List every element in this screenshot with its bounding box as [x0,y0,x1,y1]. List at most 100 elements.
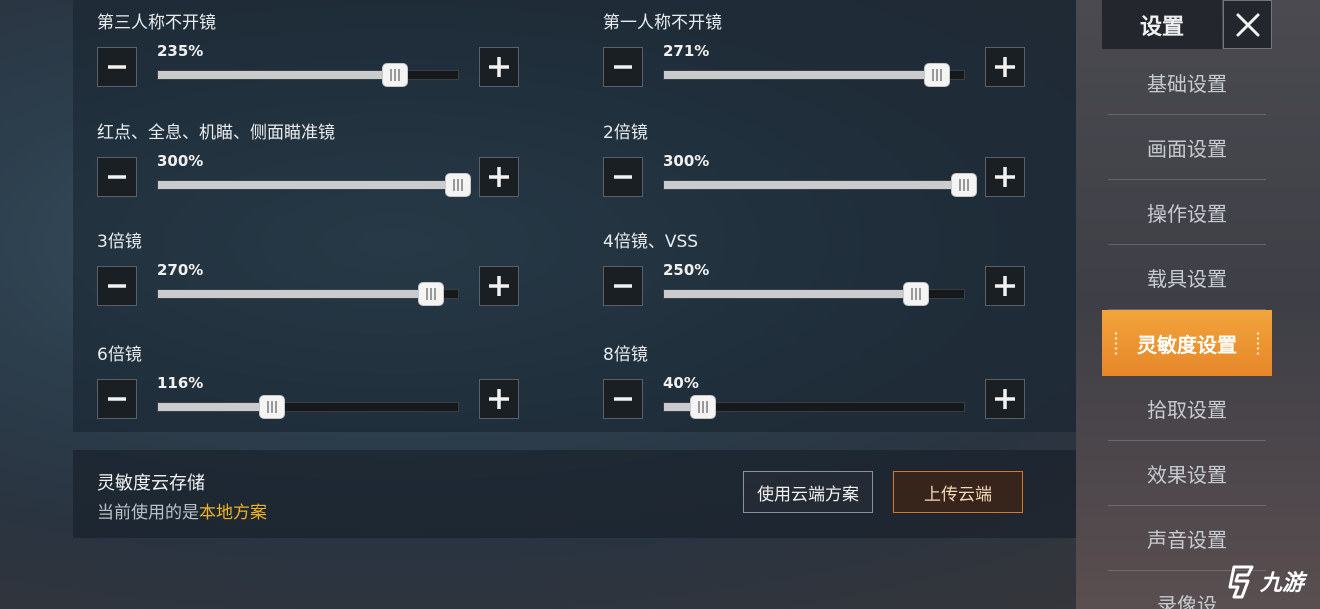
sidebar-item-6[interactable]: 效果设置 [1108,441,1266,506]
slider-label: 3倍镜 [97,232,142,252]
slider-thumb[interactable] [382,63,408,87]
increase-button[interactable] [479,47,519,87]
slider-value: 235% [157,42,204,60]
sidebar-item-2[interactable]: 操作设置 [1108,180,1266,245]
slider-label: 2倍镜 [603,123,648,143]
close-button[interactable] [1223,0,1272,49]
upload-cloud-button[interactable]: 上传云端 [893,471,1023,513]
minus-icon [614,284,632,288]
close-icon [1236,13,1259,36]
minus-icon [614,175,632,179]
plus-icon [995,276,1015,296]
slider-fill [664,71,937,79]
plus-icon [995,57,1015,77]
ninegame-logo-icon [1228,565,1254,599]
slider-value: 300% [663,152,710,170]
slider-fill [158,181,458,189]
slider-label: 红点、全息、机瞄、侧面瞄准镜 [97,123,335,143]
slider-value: 250% [663,261,710,279]
plus-icon [995,167,1015,187]
sidebar-item-1[interactable]: 画面设置 [1108,115,1266,180]
slider-track[interactable] [157,282,459,306]
decrease-button[interactable] [97,47,137,87]
slider-fill [664,181,964,189]
current-scheme-text: 当前使用的是本地方案 [97,498,267,523]
slider-thumb[interactable] [690,395,716,419]
plus-icon [489,167,509,187]
decrease-button[interactable] [97,379,137,419]
minus-icon [108,284,126,288]
slider-track[interactable] [663,173,977,197]
minus-icon [614,397,632,401]
decrease-button[interactable] [603,266,643,306]
slider-thumb[interactable] [924,63,950,87]
increase-button[interactable] [479,379,519,419]
cloud-storage-section: 灵敏度云存储 当前使用的是本地方案 使用云端方案 上传云端 [73,450,1076,538]
minus-icon [614,65,632,69]
increase-button[interactable] [479,266,519,306]
slider-fill [158,403,272,411]
current-scheme-value: 本地方案 [199,503,267,523]
slider-label: 6倍镜 [97,345,142,365]
slider-thumb[interactable] [445,173,471,197]
cloud-storage-title: 灵敏度云存储 [97,473,205,494]
slider-fill [664,290,916,298]
increase-button[interactable] [985,379,1025,419]
current-scheme-prefix: 当前使用的是 [97,503,199,523]
decrease-button[interactable] [603,157,643,197]
decrease-button[interactable] [603,47,643,87]
slider-track[interactable] [157,395,459,419]
decrease-button[interactable] [97,157,137,197]
slider-track[interactable] [663,282,965,306]
sidebar-item-5[interactable]: 拾取设置 [1108,376,1266,441]
decrease-button[interactable] [97,266,137,306]
sensitivity-slider-row: 第三人称不开镜 235% [73,0,519,100]
slider-fill [158,290,431,298]
slider-track[interactable] [157,63,459,87]
sensitivity-panel: 第三人称不开镜 235% 第一人称不开镜 271% 红点、全息、机瞄、侧面瞄准镜 300%… [73,0,1076,432]
slider-thumb[interactable] [903,282,929,306]
plus-icon [489,276,509,296]
minus-icon [108,175,126,179]
slider-label: 第三人称不开镜 [97,13,216,33]
watermark-text: 九游 [1260,571,1305,596]
use-cloud-scheme-button[interactable]: 使用云端方案 [743,471,873,513]
slider-value: 116% [157,374,204,392]
slider-track[interactable] [157,173,471,197]
plus-icon [489,57,509,77]
slider-label: 4倍镜、VSS [603,232,699,252]
slider-track[interactable] [663,63,965,87]
slider-label: 8倍镜 [603,345,648,365]
sensitivity-slider-row: 红点、全息、机瞄、侧面瞄准镜 300% [73,110,519,210]
increase-button[interactable] [985,157,1025,197]
plus-icon [995,389,1015,409]
sensitivity-slider-row: 2倍镜 300% [579,110,1025,210]
slider-value: 40% [663,374,699,392]
watermark-logo: 九游 [1226,556,1320,606]
plus-icon [489,389,509,409]
sensitivity-slider-row: 3倍镜 270% [73,219,519,319]
increase-button[interactable] [479,157,519,197]
slider-thumb[interactable] [259,395,285,419]
decrease-button[interactable] [603,379,643,419]
increase-button[interactable] [985,47,1025,87]
sensitivity-slider-row: 第一人称不开镜 271% [579,0,1025,100]
slider-fill [158,71,395,79]
minus-icon [108,65,126,69]
slider-value: 270% [157,261,204,279]
sidebar-item-0[interactable]: 基础设置 [1108,50,1266,115]
slider-thumb[interactable] [951,173,977,197]
minus-icon [108,397,126,401]
settings-title: 设置 [1102,0,1222,49]
sensitivity-slider-row: 6倍镜 116% [73,332,519,432]
sidebar-item-4[interactable]: 灵敏度设置 [1102,310,1272,376]
slider-value: 271% [663,42,710,60]
sensitivity-slider-row: 8倍镜 40% [579,332,1025,432]
slider-label: 第一人称不开镜 [603,13,722,33]
sensitivity-slider-row: 4倍镜、VSS 250% [579,219,1025,319]
increase-button[interactable] [985,266,1025,306]
slider-thumb[interactable] [418,282,444,306]
slider-track[interactable] [663,395,965,419]
slider-value: 300% [157,152,204,170]
sidebar-item-3[interactable]: 载具设置 [1108,245,1266,310]
